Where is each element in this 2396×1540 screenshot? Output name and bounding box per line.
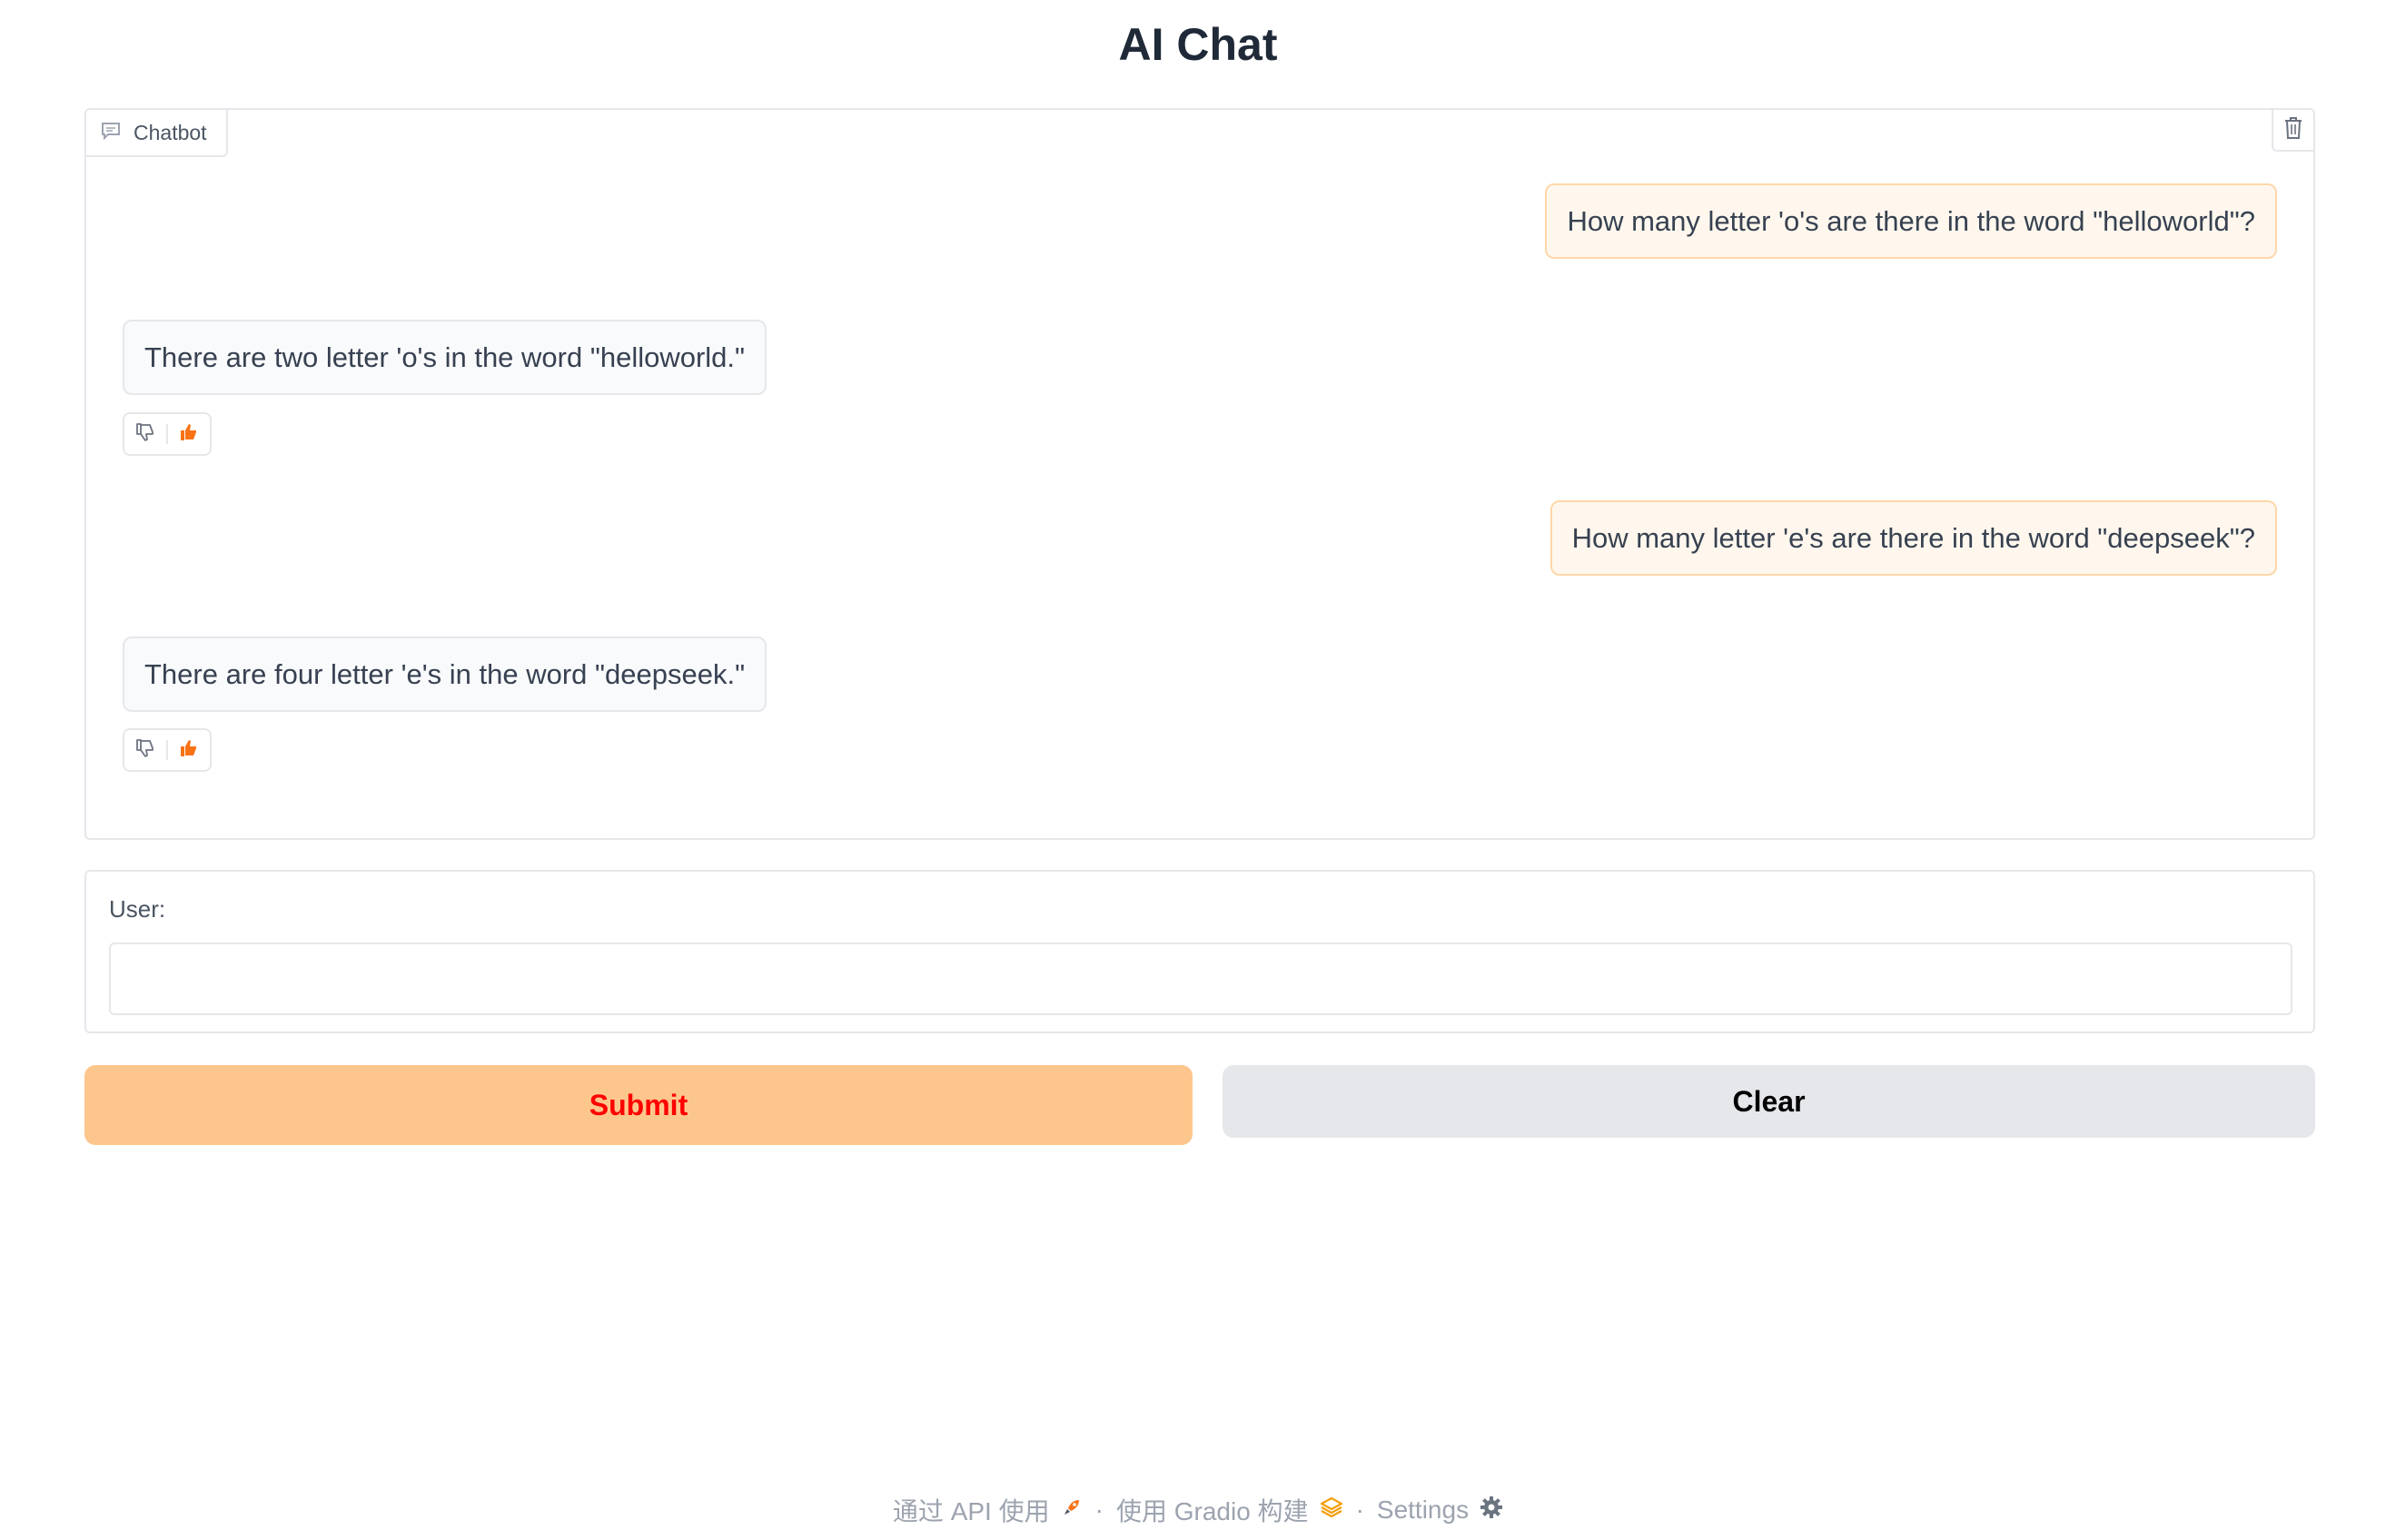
like-button[interactable] xyxy=(168,414,210,454)
gear-icon xyxy=(1480,1496,1503,1525)
chatbot-label: Chatbot xyxy=(134,120,207,144)
gradio-logo-icon xyxy=(1320,1496,1343,1525)
api-link-label: 通过 API 使用 xyxy=(892,1497,1050,1525)
user-message: How many letter 'o's are there in the wo… xyxy=(1545,183,2277,259)
footer-separator: · xyxy=(1094,1496,1104,1524)
dislike-button[interactable] xyxy=(124,730,166,770)
feedback-buttons xyxy=(123,412,212,456)
chatbot-label-tab: Chatbot xyxy=(84,108,228,157)
settings-link-label: Settings xyxy=(1376,1496,1470,1524)
user-input-label: User: xyxy=(109,895,166,923)
footer: 通过 API 使用 · 使用 Gradio 构建 · Settings xyxy=(0,1492,2396,1528)
bot-message: There are four letter 'e's in the word "… xyxy=(123,637,767,712)
clear-chat-button[interactable] xyxy=(2272,108,2315,152)
clear-button[interactable]: Clear xyxy=(1223,1065,2315,1138)
api-link[interactable]: 通过 API 使用 xyxy=(893,1492,1083,1528)
like-button[interactable] xyxy=(168,730,210,770)
chat-bubble-icon xyxy=(101,121,121,145)
thumbs-up-icon xyxy=(178,737,200,764)
chatbot-panel: Chatbot How many letter 'o's are there i… xyxy=(84,108,2315,840)
page-title: AI Chat xyxy=(1118,19,1278,70)
feedback-buttons xyxy=(123,728,212,772)
thumbs-up-icon xyxy=(178,421,200,448)
user-input-panel: User: xyxy=(84,870,2315,1033)
user-message: How many letter 'e's are there in the wo… xyxy=(1549,500,2277,576)
thumbs-down-icon xyxy=(134,421,156,448)
settings-link[interactable]: Settings xyxy=(1377,1496,1503,1525)
user-input[interactable] xyxy=(109,943,2292,1015)
trash-icon xyxy=(2283,116,2303,144)
footer-separator: · xyxy=(1355,1496,1364,1524)
dislike-button[interactable] xyxy=(124,414,166,454)
bot-message: There are two letter 'o's in the word "h… xyxy=(123,320,767,395)
thumbs-down-icon xyxy=(134,737,156,764)
rocket-icon xyxy=(1061,1496,1083,1525)
submit-button[interactable]: Submit xyxy=(84,1065,1193,1145)
gradio-link-label: 使用 Gradio 构建 xyxy=(1115,1497,1309,1525)
gradio-link[interactable]: 使用 Gradio 构建 xyxy=(1116,1492,1343,1528)
